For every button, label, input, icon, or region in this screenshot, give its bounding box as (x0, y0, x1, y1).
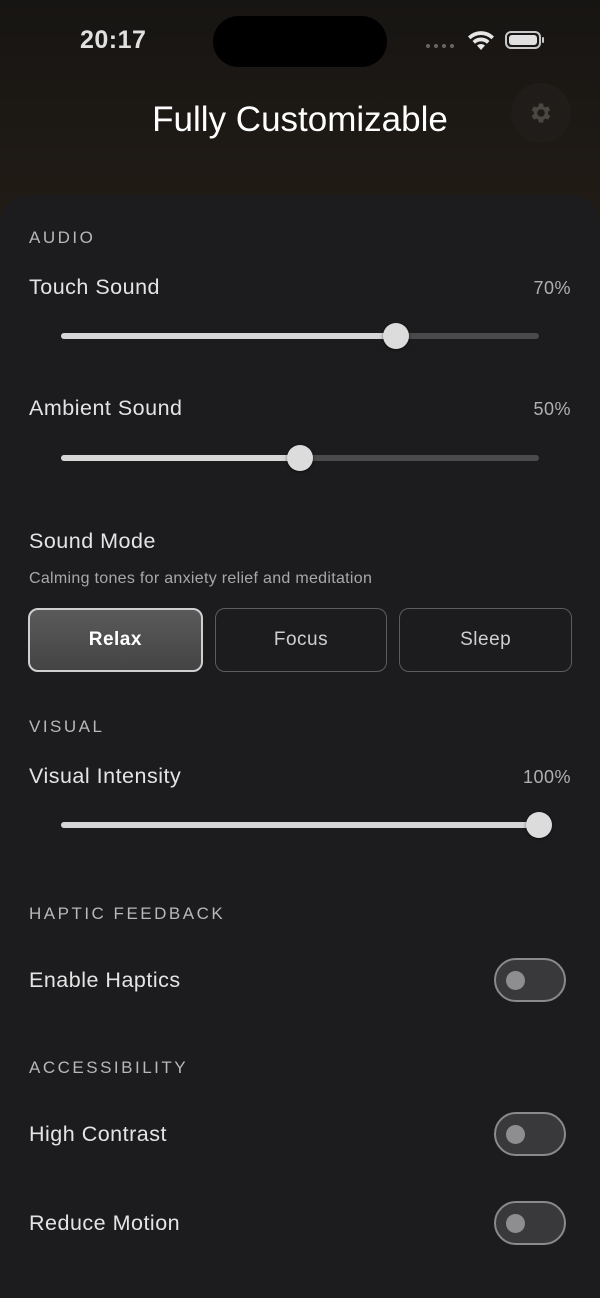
section-audio-title: AUDIO (29, 228, 96, 247)
cellular-signal-icon (426, 44, 454, 48)
reduce-motion-label: Reduce Motion (29, 1211, 181, 1235)
mode-focus-button[interactable]: Focus (214, 608, 388, 672)
touch-sound-value: 70% (533, 278, 571, 298)
slider-thumb[interactable] (287, 445, 313, 471)
ambient-sound-value: 50% (533, 399, 571, 419)
visual-intensity-label: Visual Intensity (29, 764, 182, 788)
section-haptic-title: HAPTIC FEEDBACK (29, 904, 226, 923)
visual-intensity-value: 100% (522, 767, 571, 787)
settings-button[interactable] (511, 83, 571, 143)
ambient-sound-label: Ambient Sound (29, 396, 183, 420)
high-contrast-toggle[interactable] (494, 1112, 566, 1156)
slider-thumb[interactable] (382, 323, 409, 349)
ambient-sound-slider[interactable] (61, 445, 539, 471)
high-contrast-label: High Contrast (29, 1122, 167, 1146)
slider-fill (61, 822, 539, 828)
slider-fill (61, 455, 300, 461)
toggle-knob (506, 1214, 525, 1233)
section-visual-title: VISUAL (29, 717, 105, 736)
touch-sound-label: Touch Sound (29, 275, 161, 299)
toggle-knob (506, 1125, 525, 1144)
dynamic-island (213, 16, 387, 67)
enable-haptics-toggle[interactable] (494, 958, 566, 1002)
section-accessibility-title: ACCESSIBILITY (29, 1058, 189, 1077)
sound-mode-label: Sound Mode (29, 529, 156, 553)
enable-haptics-label: Enable Haptics (29, 968, 181, 992)
mode-sleep-button[interactable]: Sleep (399, 608, 573, 672)
battery-icon (505, 31, 544, 49)
page-title: Fully Customizable (152, 100, 448, 139)
sound-mode-description: Calming tones for anxiety relief and med… (29, 570, 373, 587)
status-time: 20:17 (80, 26, 147, 54)
wifi-icon (468, 31, 494, 50)
sound-mode-selector: Relax Focus Sleep (28, 608, 573, 672)
visual-intensity-slider[interactable] (61, 812, 552, 838)
slider-thumb[interactable] (526, 812, 552, 838)
touch-sound-slider[interactable] (61, 323, 539, 349)
mode-relax-button[interactable]: Relax (28, 608, 203, 672)
slider-fill (61, 333, 396, 339)
reduce-motion-toggle[interactable] (494, 1201, 566, 1245)
gear-icon (531, 103, 551, 123)
toggle-knob (506, 971, 525, 990)
